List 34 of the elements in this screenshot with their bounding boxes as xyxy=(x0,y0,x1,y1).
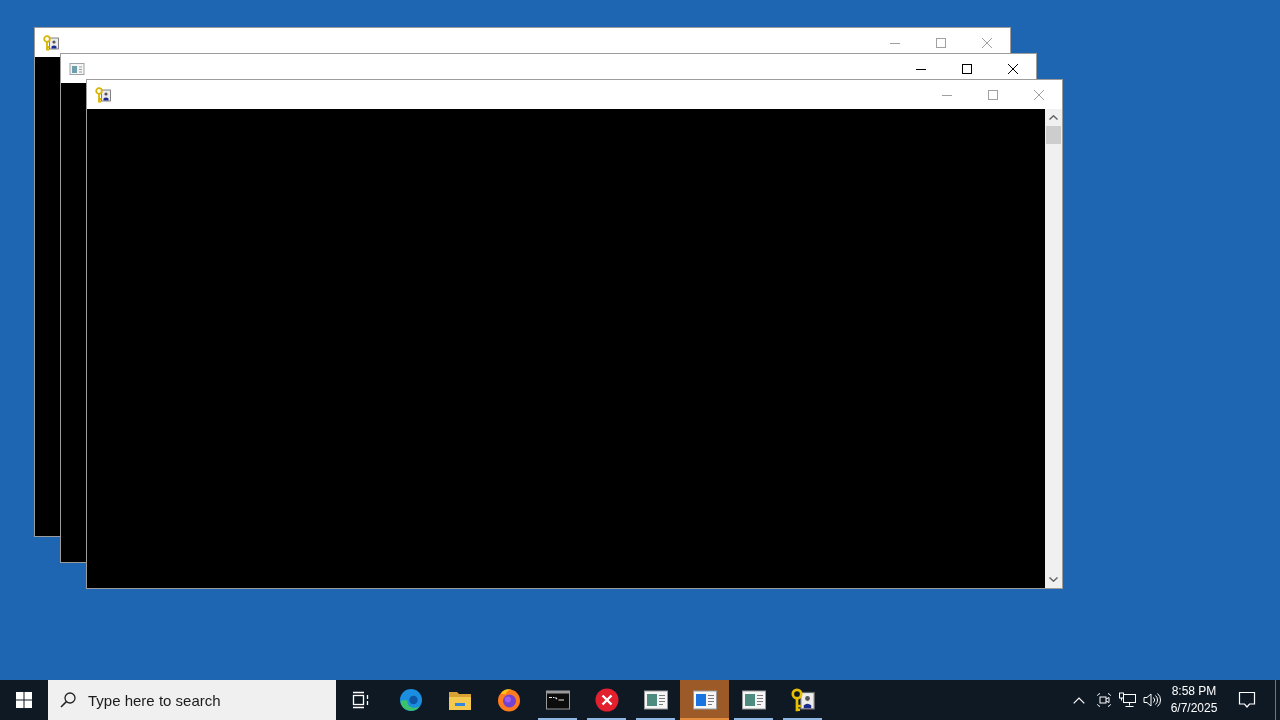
search-field[interactable]: Type here to search xyxy=(88,689,328,711)
browser-icon xyxy=(398,688,423,712)
vertical-scrollbar[interactable] xyxy=(1045,109,1062,588)
clock-time[interactable]: 8:58 PM xyxy=(1171,683,1217,700)
fox-browser-icon xyxy=(496,688,521,712)
maximize-icon xyxy=(936,37,946,48)
maximize-icon xyxy=(962,63,972,74)
search-box[interactable]: Type here to search xyxy=(48,680,336,720)
folder-icon xyxy=(447,689,472,711)
chevron-up-icon xyxy=(1073,696,1085,704)
key-icon xyxy=(95,86,111,103)
close-icon xyxy=(1008,63,1018,74)
error-icon xyxy=(594,688,619,712)
search-icon xyxy=(60,692,76,708)
windows-logo-icon xyxy=(16,692,32,708)
close-icon xyxy=(982,37,992,48)
window-icon xyxy=(741,690,766,710)
chevron-up-icon xyxy=(1049,115,1058,120)
chevron-down-icon xyxy=(1049,577,1058,582)
window-icon xyxy=(692,690,717,710)
window-icon xyxy=(69,60,85,77)
notification-icon xyxy=(1238,691,1256,709)
key-icon xyxy=(790,688,815,712)
volume-icon xyxy=(1143,692,1161,708)
window-icon xyxy=(643,690,668,710)
maximize-icon xyxy=(988,89,998,100)
task-view-icon xyxy=(352,691,370,709)
scrollbar-thumb[interactable] xyxy=(1046,126,1061,144)
key-icon xyxy=(43,34,59,51)
clock-date[interactable]: 6/7/2025 xyxy=(1170,700,1218,717)
camera-icon xyxy=(1097,692,1111,708)
close-icon xyxy=(1034,89,1044,100)
terminal-icon xyxy=(545,690,570,710)
network-icon xyxy=(1119,692,1137,708)
